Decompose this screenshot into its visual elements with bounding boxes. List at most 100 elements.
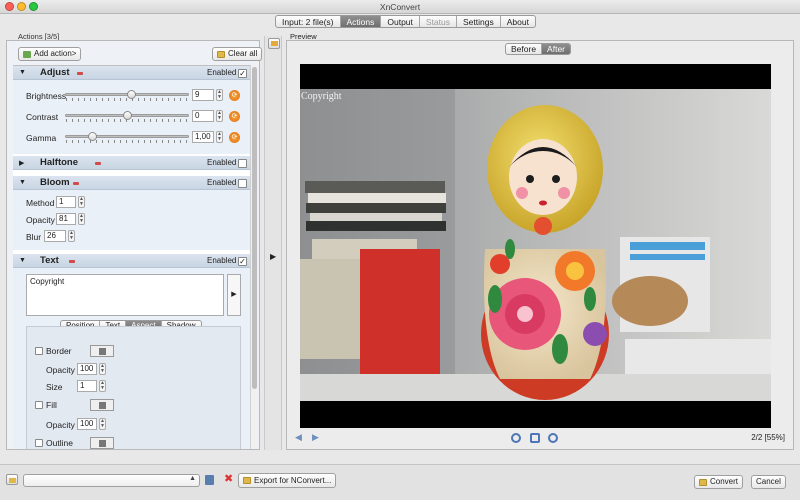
actions-scrollbar[interactable] (250, 65, 258, 449)
outline-label: Outline (46, 438, 73, 448)
brightness-stepper[interactable]: ▲ ▼ (216, 89, 223, 101)
border-opacity-input[interactable]: 100 (77, 363, 97, 375)
remove-action-icon[interactable] (73, 182, 79, 185)
tab-input[interactable]: Input: 2 file(s) (276, 16, 341, 27)
text-section-header[interactable]: ▼ Text Enabled ✓ (13, 254, 250, 268)
insert-variable-button[interactable]: ▶ (227, 274, 241, 316)
fill-opacity-stepper[interactable]: ▲ ▼ (99, 418, 106, 430)
actions-list[interactable]: ▼ Adjust Enabled ✓ Brightness 9 ▲ ▼ ⟳ Con… (13, 65, 250, 449)
contrast-slider-thumb[interactable] (122, 111, 132, 120)
text-title: Text (40, 255, 59, 266)
gamma-input[interactable]: 1,00 (192, 131, 214, 143)
bloom-opacity-label: Opacity (26, 215, 55, 225)
next-image-icon[interactable]: ▶ (312, 432, 319, 443)
border-size-stepper[interactable]: ▲ ▼ (99, 380, 106, 392)
bloom-opacity-stepper[interactable]: ▲ ▼ (78, 213, 85, 225)
remove-action-icon[interactable] (95, 162, 101, 165)
aspect-panel: Border Opacity 100 ▲ ▼ Size 1 ▲ ▼ Fill Opa… (26, 326, 241, 449)
expanded-triangle-icon[interactable]: ▼ (19, 69, 26, 76)
cancel-label: Cancel (756, 477, 781, 486)
tab-settings[interactable]: Settings (457, 16, 501, 27)
fill-opacity-label: Opacity (46, 420, 75, 430)
bloom-section-header[interactable]: ▼ Bloom Enabled (13, 176, 250, 190)
contrast-label: Contrast (26, 112, 59, 122)
cancel-button[interactable]: Cancel (751, 475, 786, 489)
contrast-reset-icon[interactable]: ⟳ (229, 111, 240, 122)
blur-input[interactable]: 26 (44, 230, 66, 242)
open-preset-icon[interactable] (6, 474, 18, 485)
border-opacity-label: Opacity (46, 365, 75, 375)
expanded-triangle-icon[interactable]: ▼ (19, 179, 26, 186)
outline-color-swatch[interactable] (90, 437, 114, 449)
outline-checkbox[interactable] (35, 439, 43, 447)
delete-preset-icon[interactable]: ✖ (224, 472, 233, 485)
bloom-enabled-checkbox[interactable] (238, 179, 247, 188)
method-input[interactable]: 1 (56, 196, 76, 208)
fill-label: Fill (46, 400, 57, 410)
watermark-text: Copyright (301, 91, 342, 102)
fill-color-swatch[interactable] (90, 399, 114, 411)
export-label: Export for NConvert... (254, 475, 332, 485)
blur-stepper[interactable]: ▲ ▼ (68, 230, 75, 242)
brightness-input[interactable]: 9 (192, 89, 214, 101)
bloom-section-body: Method 1 ▲ ▼ Opacity 81 ▲ ▼ Blur 26 ▲ ▼ (13, 190, 250, 250)
add-action-button[interactable]: Add action> (18, 47, 82, 61)
matryoshka-photo (300, 89, 771, 401)
border-opacity-stepper[interactable]: ▲ ▼ (99, 363, 106, 375)
add-action-label: Add action> (34, 49, 77, 58)
fill-checkbox[interactable] (35, 401, 43, 409)
contrast-stepper[interactable]: ▲ ▼ (216, 110, 223, 122)
adjust-enabled-checkbox[interactable]: ✓ (238, 69, 247, 78)
gamma-reset-icon[interactable]: ⟳ (229, 132, 240, 143)
adjust-enabled-label: Enabled (207, 68, 237, 77)
save-preset-icon[interactable] (205, 475, 214, 485)
export-nconvert-button[interactable]: Export for NConvert... (238, 473, 337, 488)
tab-output[interactable]: Output (381, 16, 420, 27)
tab-after[interactable]: After (542, 44, 570, 54)
border-label: Border (46, 346, 72, 356)
preset-dropdown[interactable]: ▲ (23, 474, 200, 487)
gamma-slider-track[interactable] (65, 135, 189, 138)
bloom-opacity-input[interactable]: 81 (56, 213, 76, 225)
gamma-label: Gamma (26, 133, 57, 143)
convert-button[interactable]: Convert (694, 475, 744, 489)
fit-to-window-icon[interactable] (530, 433, 540, 443)
border-size-input[interactable]: 1 (77, 380, 97, 392)
preview-toolbar: ◀ ▶ 2/2 [55%] (293, 431, 789, 445)
brightness-reset-icon[interactable]: ⟳ (229, 90, 240, 101)
gamma-slider-thumb[interactable] (87, 132, 97, 141)
tab-actions[interactable]: Actions (340, 16, 382, 27)
zoom-in-icon[interactable] (511, 433, 521, 443)
zoom-out-icon[interactable] (548, 433, 558, 443)
halftone-section-header[interactable]: ▶ Halftone Enabled (13, 156, 250, 170)
chevron-down-icon: ▲ (189, 475, 196, 482)
fill-opacity-input[interactable]: 100 (77, 418, 97, 430)
collapsed-triangle-icon[interactable]: ▶ (19, 159, 24, 167)
remove-action-icon[interactable] (69, 260, 75, 263)
gamma-stepper[interactable]: ▲ ▼ (216, 131, 223, 143)
clear-all-button[interactable]: Clear all (212, 47, 263, 61)
tab-before[interactable]: Before (506, 44, 543, 54)
text-content-area[interactable]: Copyright (26, 274, 224, 316)
expanded-triangle-icon[interactable]: ▼ (19, 257, 26, 264)
method-stepper[interactable]: ▲ ▼ (78, 196, 85, 208)
preview-image-frame[interactable]: Copyright (300, 64, 771, 428)
tab-status[interactable]: Status (420, 16, 458, 27)
browse-icon[interactable] (268, 38, 280, 49)
border-checkbox[interactable] (35, 347, 43, 355)
adjust-section-header[interactable]: ▼ Adjust Enabled ✓ (13, 66, 250, 80)
previous-image-icon[interactable]: ◀ (295, 432, 302, 443)
scrollbar-thumb[interactable] (252, 67, 257, 389)
title-bar: XnConvert (0, 0, 800, 14)
brightness-slider-ticks (66, 98, 188, 101)
halftone-enabled-checkbox[interactable] (238, 159, 247, 168)
contrast-input[interactable]: 0 (192, 110, 214, 122)
clear-all-label: Clear all (228, 49, 258, 58)
border-color-swatch[interactable] (90, 345, 114, 357)
expand-arrow-icon[interactable]: ▶ (270, 252, 276, 261)
tab-about[interactable]: About (501, 16, 535, 27)
text-enabled-label: Enabled (207, 256, 237, 265)
adjust-title: Adjust (40, 67, 70, 78)
remove-action-icon[interactable] (77, 72, 83, 75)
text-enabled-checkbox[interactable]: ✓ (238, 257, 247, 266)
